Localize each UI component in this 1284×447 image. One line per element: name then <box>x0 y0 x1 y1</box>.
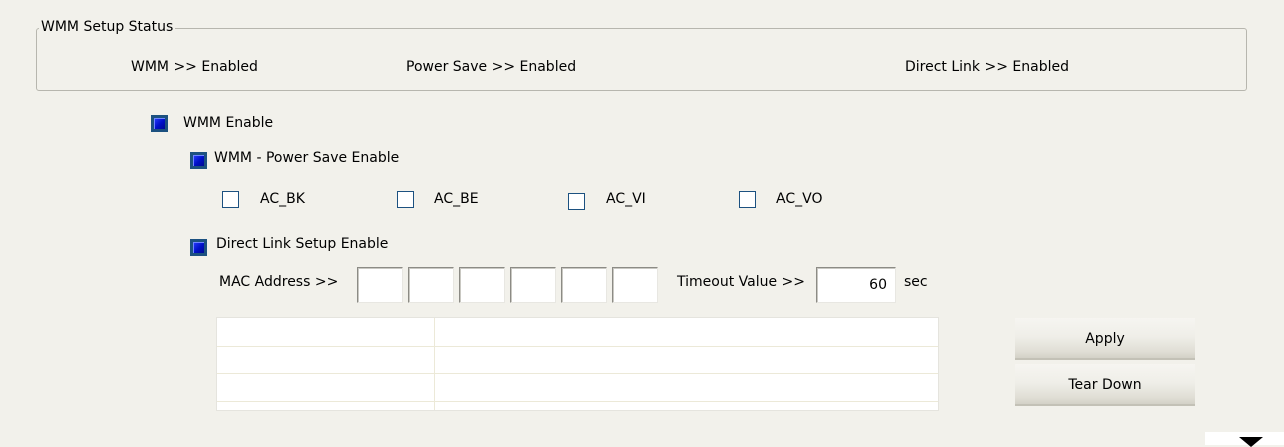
wmm-enable-label[interactable]: WMM Enable <box>183 114 273 132</box>
power-save-enable-checkbox[interactable] <box>190 152 207 169</box>
mac-octet-3-input[interactable] <box>459 267 505 303</box>
timeout-value-input[interactable]: 60 <box>816 267 896 303</box>
grid-column-divider <box>434 318 435 410</box>
ac-be-label[interactable]: AC_BE <box>434 190 479 208</box>
timeout-unit-label: sec <box>904 274 928 290</box>
wmm-status: WMM >> Enabled <box>131 59 258 75</box>
power-save-enable-label[interactable]: WMM - Power Save Enable <box>214 149 399 167</box>
ac-be-checkbox[interactable] <box>397 191 414 208</box>
grid-row-divider <box>217 373 938 374</box>
timeout-value-label: Timeout Value >> <box>677 274 805 290</box>
ac-vi-checkbox[interactable] <box>568 193 585 210</box>
tear-down-button[interactable]: Tear Down <box>1015 364 1195 406</box>
ac-bk-label[interactable]: AC_BK <box>260 190 305 208</box>
mac-octet-1-input[interactable] <box>357 267 403 303</box>
checkbox-checked-icon <box>154 118 165 129</box>
direct-link-list[interactable] <box>216 317 939 411</box>
mac-octet-5-input[interactable] <box>561 267 607 303</box>
power-save-status: Power Save >> Enabled <box>406 59 577 75</box>
wmm-setup-status-title: WMM Setup Status <box>39 19 176 35</box>
grid-row-divider <box>217 346 938 347</box>
mac-octet-4-input[interactable] <box>510 267 556 303</box>
wmm-enable-checkbox[interactable] <box>151 115 168 132</box>
scroll-down-button[interactable] <box>1205 432 1284 447</box>
direct-link-enable-checkbox[interactable] <box>190 239 207 256</box>
chevron-down-icon <box>1239 437 1263 447</box>
ac-vo-checkbox[interactable] <box>739 191 756 208</box>
ac-bk-checkbox[interactable] <box>222 191 239 208</box>
grid-row-divider <box>217 401 938 402</box>
mac-address-label: MAC Address >> <box>219 274 339 290</box>
ac-vo-label[interactable]: AC_VO <box>776 190 822 208</box>
apply-button[interactable]: Apply <box>1015 318 1195 360</box>
mac-octet-6-input[interactable] <box>612 267 658 303</box>
direct-link-status: Direct Link >> Enabled <box>905 59 1069 75</box>
mac-octet-2-input[interactable] <box>408 267 454 303</box>
direct-link-enable-label[interactable]: Direct Link Setup Enable <box>216 235 388 253</box>
checkbox-checked-icon <box>193 155 204 166</box>
checkbox-checked-icon <box>193 242 204 253</box>
ac-vi-label[interactable]: AC_VI <box>606 190 646 208</box>
